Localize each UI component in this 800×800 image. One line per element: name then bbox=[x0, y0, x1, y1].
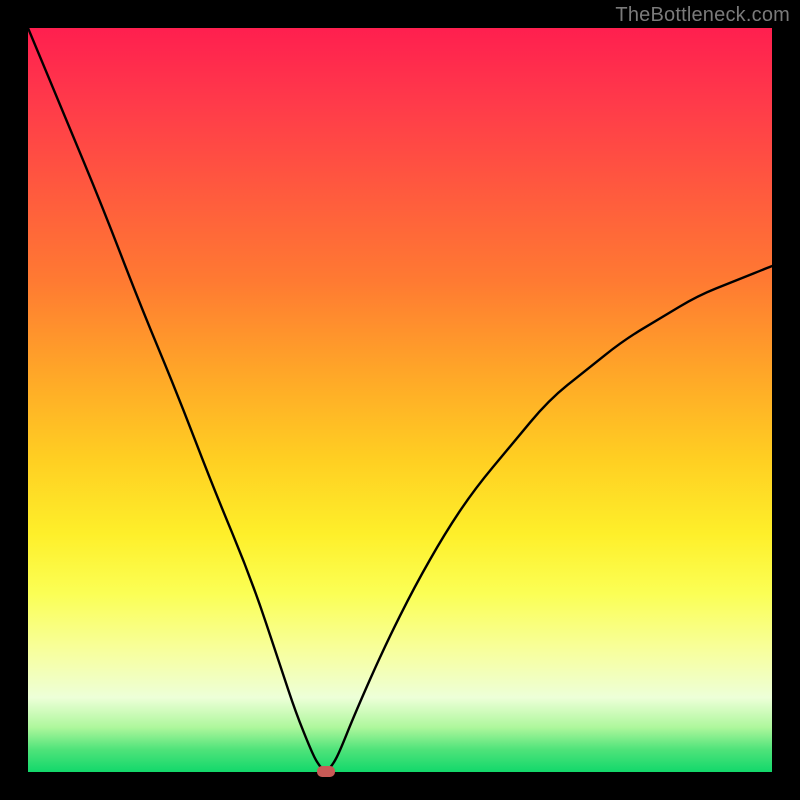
bottleneck-curve bbox=[28, 28, 772, 772]
min-point-marker bbox=[317, 766, 335, 777]
plot-area bbox=[28, 28, 772, 772]
watermark-text: TheBottleneck.com bbox=[615, 4, 790, 27]
chart-frame: TheBottleneck.com bbox=[0, 0, 800, 800]
